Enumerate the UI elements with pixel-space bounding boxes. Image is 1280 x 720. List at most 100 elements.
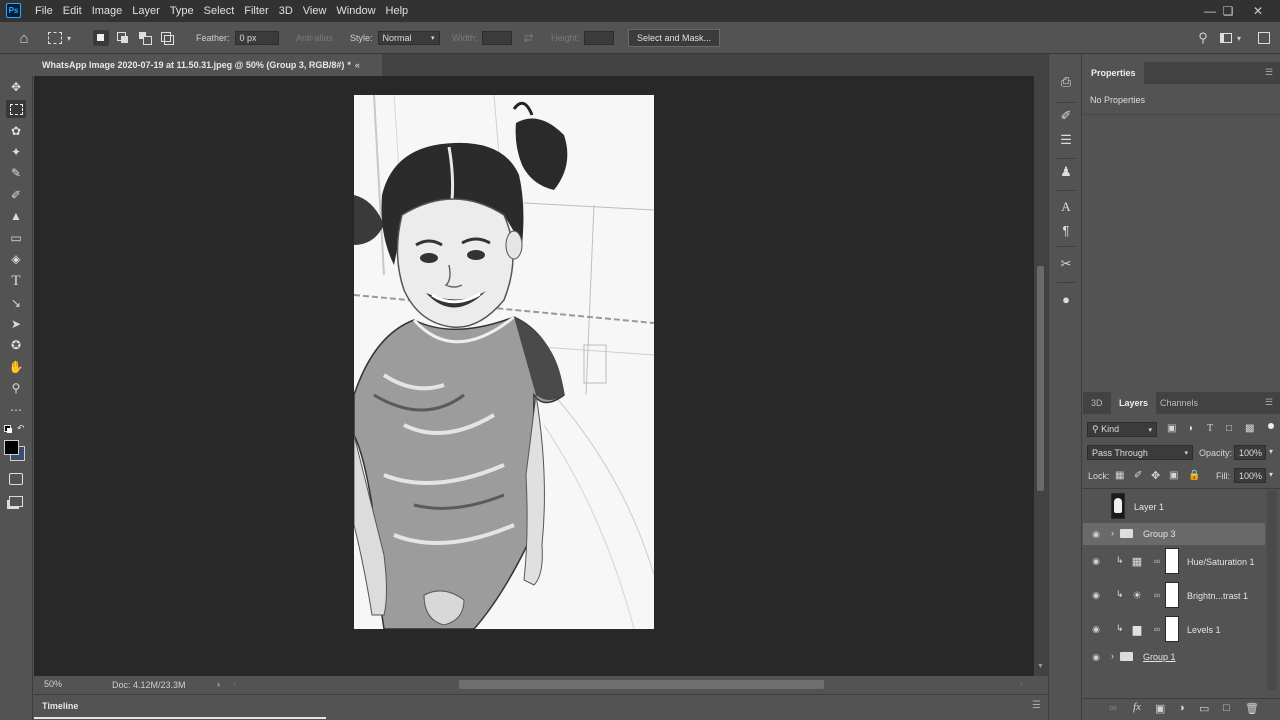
lock-transparent-icon[interactable]: ▦ — [1115, 470, 1124, 481]
layer-mask-thumbnail[interactable] — [1165, 548, 1179, 574]
filter-smart-object-icon[interactable]: ▩ — [1245, 423, 1254, 434]
character-icon[interactable]: A — [1056, 197, 1076, 217]
menu-type[interactable]: Type — [165, 0, 199, 22]
lock-position-icon[interactable]: ✥ — [1151, 469, 1160, 482]
zoom-tool-icon[interactable]: ⚲ — [6, 379, 26, 397]
vertical-scrollbar[interactable]: ▼ — [1034, 76, 1048, 676]
layer-row-group-3[interactable]: ◉ › Group 3 — [1083, 523, 1265, 545]
brush-tool-icon[interactable]: ✐ — [6, 186, 26, 204]
link-icon[interactable]: ∞ — [1153, 589, 1161, 601]
style-select[interactable]: Normal ▾ — [377, 31, 440, 45]
anti-alias-checkbox[interactable]: Anti-alias — [296, 22, 333, 54]
new-group-icon[interactable]: ▭ — [1199, 702, 1209, 715]
search-icon[interactable]: ⚲ — [1195, 22, 1211, 54]
menu-select[interactable]: Select — [199, 0, 240, 22]
delete-layer-icon[interactable]: 🗑 — [1245, 702, 1259, 715]
lock-all-icon[interactable]: 🔒 — [1188, 470, 1200, 481]
tab-properties[interactable]: Properties — [1083, 62, 1144, 84]
tool-presets-icon[interactable]: ✂ — [1056, 254, 1076, 274]
lasso-tool-icon[interactable]: ✿ — [6, 122, 26, 140]
clone-stamp-tool-icon[interactable]: ▲ — [6, 207, 26, 225]
menu-filter[interactable]: Filter — [239, 0, 273, 22]
share-icon[interactable] — [1258, 22, 1270, 54]
blend-mode-select[interactable]: Pass Through ▾ — [1087, 445, 1193, 460]
document-tab[interactable]: WhatsApp Image 2020-07-19 at 11.50.31.jp… — [34, 54, 382, 76]
screen-mode-icon[interactable] — [6, 492, 26, 510]
eye-icon[interactable]: ◉ — [1090, 556, 1102, 566]
clone-source-icon[interactable]: ♟ — [1056, 162, 1076, 182]
layer-row-brightness-contrast-1[interactable]: ◉ ↳ ☀ ∞ Brightn...trast 1 — [1083, 579, 1265, 612]
new-layer-icon[interactable]: □ — [1223, 702, 1230, 714]
more-tools-icon[interactable]: ⋯ — [6, 401, 26, 419]
restore-icon[interactable]: ❏ — [1214, 0, 1242, 22]
swap-colors-icon[interactable]: ↶ — [17, 423, 25, 434]
scroll-left-icon[interactable]: ‹ — [233, 679, 236, 689]
menu-edit[interactable]: Edit — [58, 0, 87, 22]
visibility-off-icon[interactable]: ◉ — [1090, 501, 1102, 511]
type-tool-icon[interactable]: T — [6, 272, 26, 290]
link-icon[interactable]: ∞ — [1153, 623, 1161, 635]
move-tool-icon[interactable]: ✥ — [6, 78, 26, 96]
opacity-input[interactable]: 100% — [1234, 445, 1266, 460]
fill-slider-chevron-icon[interactable]: ▾ — [1269, 470, 1273, 479]
filter-shape-icon[interactable]: □ — [1226, 423, 1232, 434]
menu-file[interactable]: File — [30, 0, 58, 22]
opacity-slider-chevron-icon[interactable]: ▾ — [1269, 447, 1273, 456]
filter-adjustment-icon[interactable]: ◑ — [1187, 423, 1193, 434]
hand-tool-icon[interactable]: ✋ — [6, 358, 26, 376]
paragraph-icon[interactable]: ¶ — [1056, 220, 1076, 240]
width-input[interactable] — [481, 31, 512, 45]
levels-icon[interactable]: ▆ — [1129, 621, 1145, 637]
chevron-right-icon[interactable]: › — [1111, 528, 1114, 538]
menu-help[interactable]: Help — [381, 0, 414, 22]
eraser-tool-icon[interactable]: ▭ — [6, 229, 26, 247]
brightness-contrast-icon[interactable]: ☀ — [1129, 587, 1145, 603]
add-layer-style-icon[interactable]: fx — [1133, 701, 1141, 713]
path-selection-tool-icon[interactable]: ↘ — [6, 294, 26, 312]
adjustments-icon[interactable]: ☰ — [1056, 130, 1076, 150]
quick-mask-icon[interactable] — [6, 470, 26, 488]
panel-menu-icon[interactable]: ☰ — [1265, 397, 1273, 408]
layer-filter-select[interactable]: ⚲ Kind ▾ — [1087, 422, 1157, 437]
custom-shape-tool-icon[interactable]: ✪ — [6, 336, 26, 354]
workspace-switcher[interactable]: ▾ — [1220, 22, 1241, 54]
add-selection-button[interactable] — [115, 30, 131, 46]
filter-type-icon[interactable]: T — [1207, 423, 1213, 434]
eye-icon[interactable]: ◉ — [1090, 624, 1102, 634]
scroll-right-icon[interactable]: › — [1020, 679, 1023, 689]
feather-input[interactable]: 0 px — [234, 31, 279, 45]
status-menu-chevron-icon[interactable]: › — [217, 679, 220, 689]
layer-mask-thumbnail[interactable] — [1165, 582, 1179, 608]
select-and-mask-button[interactable]: Select and Mask... — [628, 29, 721, 47]
new-adjustment-layer-icon[interactable]: ◑ — [1178, 702, 1185, 714]
menu-image[interactable]: Image — [87, 0, 128, 22]
link-layers-icon[interactable]: ∞ — [1109, 702, 1117, 714]
intersect-selection-button[interactable] — [159, 30, 175, 46]
zoom-level[interactable]: 50% — [44, 679, 62, 689]
panel-menu-icon[interactable]: ☰ — [1265, 67, 1273, 78]
foreground-color-swatch[interactable] — [4, 440, 19, 455]
chevron-right-icon[interactable]: › — [1111, 651, 1114, 661]
direct-selection-tool-icon[interactable]: ➤ — [6, 315, 26, 333]
home-icon[interactable]: ⌂ — [14, 22, 34, 54]
lock-image-icon[interactable]: ✐ — [1134, 470, 1142, 481]
height-input[interactable] — [583, 31, 614, 45]
menu-layer[interactable]: Layer — [127, 0, 165, 22]
fill-input[interactable]: 100% — [1234, 468, 1266, 483]
layer-row-levels-1[interactable]: ◉ ↳ ▆ ∞ Levels 1 — [1083, 613, 1265, 646]
paint-bucket-tool-icon[interactable]: ◈ — [6, 250, 26, 268]
tab-channels[interactable]: Channels — [1152, 392, 1206, 414]
default-colors-icon[interactable] — [4, 425, 12, 433]
horizontal-scroll-thumb[interactable] — [459, 680, 824, 689]
hue-saturation-icon[interactable]: ▦ — [1129, 553, 1145, 569]
layers-scrollbar[interactable] — [1267, 490, 1277, 690]
libraries-icon[interactable]: ● — [1056, 289, 1076, 309]
marquee-preset-picker[interactable]: ▾ — [48, 22, 71, 54]
link-icon[interactable]: ∞ — [1153, 555, 1161, 567]
layer-mask-thumbnail[interactable] — [1165, 616, 1179, 642]
subtract-selection-button[interactable] — [137, 30, 153, 46]
layer-row-layer-1[interactable]: ◉ Layer 1 — [1083, 490, 1265, 523]
photoshop-logo-icon[interactable]: Ps — [6, 3, 21, 18]
eye-icon[interactable]: ◉ — [1090, 652, 1102, 662]
tab-close-icon[interactable]: « — [355, 60, 360, 70]
